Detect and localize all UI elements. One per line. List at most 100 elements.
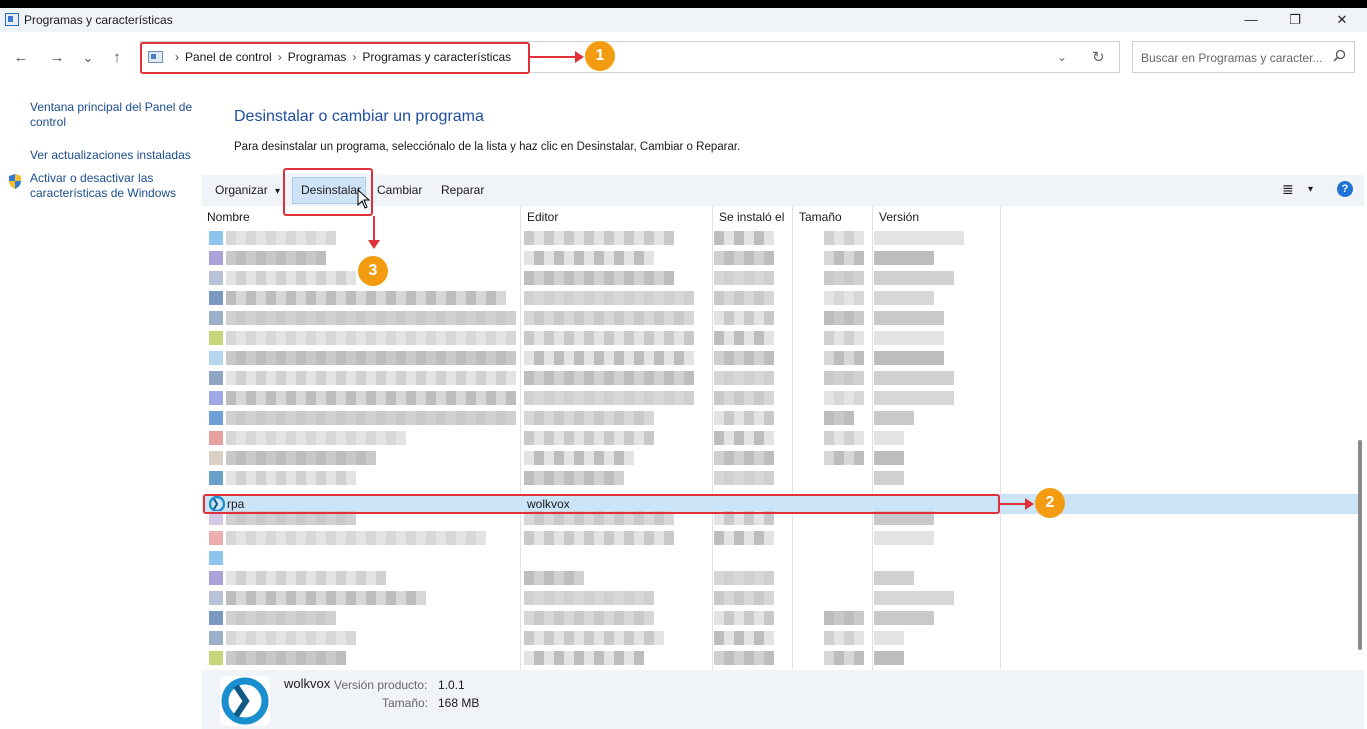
program-list[interactable]: rpa wolkvox: [202, 228, 1362, 668]
organize-button[interactable]: Organizar ▾: [215, 183, 280, 197]
help-icon[interactable]: ?: [1337, 181, 1353, 197]
scrollbar-thumb[interactable]: [1358, 440, 1362, 650]
program-icon: [209, 651, 223, 665]
program-row[interactable]: [202, 408, 1362, 428]
program-row[interactable]: [202, 548, 1362, 568]
program-name-redacted: [226, 271, 356, 285]
program-version-redacted: [874, 451, 904, 465]
sidebar-item-windows-features[interactable]: Activar o desactivar las características…: [30, 171, 200, 201]
annotation-marker-3: 3: [358, 256, 388, 286]
program-row[interactable]: [202, 468, 1362, 488]
program-size-redacted: [824, 431, 864, 445]
program-row[interactable]: [202, 348, 1362, 368]
program-publisher-redacted: [524, 311, 694, 325]
program-publisher-redacted: [524, 391, 694, 405]
program-row[interactable]: [202, 428, 1362, 448]
program-version-redacted: [874, 371, 954, 385]
mouse-cursor-icon: [357, 189, 371, 209]
program-row[interactable]: [202, 328, 1362, 348]
program-date-redacted: [714, 531, 774, 545]
program-version-redacted: [874, 631, 904, 645]
program-publisher-redacted: [524, 611, 654, 625]
program-date-redacted: [714, 391, 774, 405]
minimize-button[interactable]: —: [1240, 11, 1262, 29]
program-date-redacted: [714, 271, 774, 285]
column-installed-on[interactable]: Se instaló el: [719, 210, 784, 224]
column-version[interactable]: Versión: [879, 210, 919, 224]
program-row[interactable]: [202, 388, 1362, 408]
program-icon: [209, 291, 223, 305]
forward-button[interactable]: →: [47, 48, 67, 68]
program-date-redacted: [714, 251, 774, 265]
program-icon: [209, 311, 223, 325]
column-publisher[interactable]: Editor: [527, 210, 558, 224]
program-publisher-redacted: [524, 411, 654, 425]
program-row[interactable]: [202, 368, 1362, 388]
program-row[interactable]: [202, 448, 1362, 468]
refresh-icon[interactable]: ↻: [1092, 48, 1105, 66]
annotation-arrow-3: [368, 216, 380, 249]
annotation-marker-1: 1: [585, 41, 615, 71]
view-options-icon[interactable]: ≣: [1282, 181, 1294, 198]
program-row[interactable]: [202, 288, 1362, 308]
annotation-box-1: [140, 42, 530, 74]
program-row[interactable]: [202, 528, 1362, 548]
change-button[interactable]: Cambiar: [377, 183, 422, 197]
control-panel-icon: [5, 13, 19, 26]
program-publisher-redacted: [524, 351, 694, 365]
chevron-down-icon[interactable]: ⌄: [1057, 50, 1067, 64]
program-icon: [209, 331, 223, 345]
search-input[interactable]: Buscar en Programas y caracter...: [1132, 41, 1355, 73]
program-name-redacted: [226, 631, 356, 645]
column-name[interactable]: Nombre: [207, 210, 250, 224]
program-icon: [209, 631, 223, 645]
close-button[interactable]: ✕: [1331, 11, 1353, 29]
column-size[interactable]: Tamaño: [799, 210, 842, 224]
program-size-redacted: [824, 271, 864, 285]
program-icon: [209, 431, 223, 445]
program-date-redacted: [714, 591, 774, 605]
program-publisher-redacted: [524, 251, 654, 265]
annotation-arrow-1: [530, 51, 584, 63]
program-icon: [209, 551, 223, 565]
program-date-redacted: [714, 431, 774, 445]
page-title: Desinstalar o cambiar un programa: [234, 108, 484, 125]
up-button[interactable]: ↑: [107, 48, 127, 68]
program-name-redacted: [226, 231, 336, 245]
details-version-value: 1.0.1: [438, 678, 465, 692]
program-row[interactable]: [202, 588, 1362, 608]
back-button[interactable]: ←: [11, 48, 31, 68]
program-row[interactable]: [202, 648, 1362, 668]
program-version-redacted: [874, 611, 934, 625]
program-date-redacted: [714, 631, 774, 645]
repair-button[interactable]: Reparar: [441, 183, 484, 197]
program-size-redacted: [824, 411, 854, 425]
program-date-redacted: [714, 371, 774, 385]
program-row[interactable]: [202, 568, 1362, 588]
program-row[interactable]: [202, 628, 1362, 648]
annotation-arrow-2: [1000, 498, 1034, 510]
program-publisher-redacted: [524, 371, 694, 385]
title-bar: Programas y características — ❐ ✕: [0, 8, 1367, 32]
program-name-redacted: [226, 531, 486, 545]
program-publisher-redacted: [524, 471, 624, 485]
chevron-down-icon[interactable]: ▾: [1308, 184, 1313, 195]
program-name-redacted: [226, 651, 346, 665]
program-row[interactable]: [202, 308, 1362, 328]
program-size-redacted: [824, 371, 864, 385]
restore-button[interactable]: ❐: [1284, 11, 1306, 29]
program-name-redacted: [226, 391, 516, 405]
recent-locations-button[interactable]: ⌄: [78, 48, 98, 68]
program-date-redacted: [714, 651, 774, 665]
program-size-redacted: [824, 651, 864, 665]
program-row[interactable]: [202, 608, 1362, 628]
program-version-redacted: [874, 471, 904, 485]
program-icon: [209, 591, 223, 605]
program-publisher-redacted: [524, 231, 674, 245]
sidebar-item-installed-updates[interactable]: Ver actualizaciones instaladas: [30, 148, 200, 163]
search-placeholder: Buscar en Programas y caracter...: [1141, 51, 1323, 65]
sidebar-item-control-panel-home[interactable]: Ventana principal del Panel de control: [30, 100, 200, 130]
program-icon: [209, 271, 223, 285]
program-icon: [209, 411, 223, 425]
program-date-redacted: [714, 351, 774, 365]
